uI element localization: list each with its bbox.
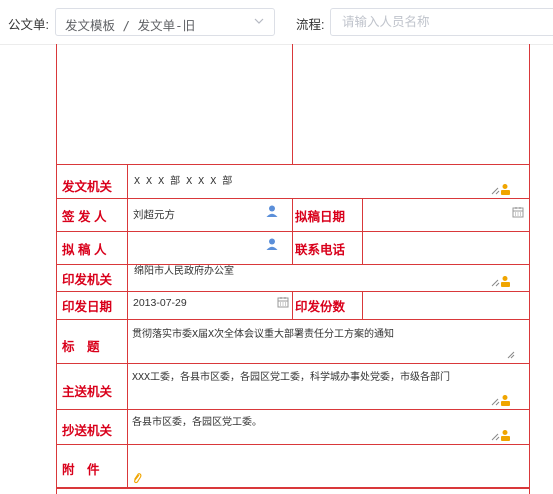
divider xyxy=(57,231,529,232)
divider xyxy=(127,291,128,319)
doc-form-select-value: 发文模板 / 发文单-旧 xyxy=(65,18,196,33)
user-icon[interactable] xyxy=(266,205,278,217)
flow-search-input[interactable] xyxy=(340,14,544,30)
divider xyxy=(292,291,293,319)
flow-label: 流程: xyxy=(296,18,325,32)
yinfa-riqi-label: 印发日期 xyxy=(62,300,113,314)
nigao-ren-label: 拟 稿 人 xyxy=(62,243,107,257)
top-toolbar: 公文单: 发文模板 / 发文单-旧 流程: xyxy=(0,0,553,45)
biaoti-value[interactable]: 贯彻落实市委X届X次全体会议重大部署责任分工方案的通知 xyxy=(132,325,394,340)
fujian-label: 附 件 xyxy=(62,463,100,477)
document-form-sheet: 发文机关 X X X 部 X X X 部 签 发 人 刘超元方 拟稿日期 拟 稿… xyxy=(56,44,530,494)
person-picker-icon[interactable] xyxy=(491,394,513,406)
fawen-jiguan-label: 发文机关 xyxy=(62,180,113,194)
divider xyxy=(127,444,128,487)
divider xyxy=(57,487,529,489)
chaosong-jiguan-value[interactable]: 各县市区委，各园区党工委。 xyxy=(132,413,262,428)
person-picker-icon[interactable] xyxy=(491,429,513,441)
divider xyxy=(127,264,128,291)
person-picker-icon[interactable] xyxy=(491,183,513,195)
lianxi-dianhua-label: 联系电话 xyxy=(295,243,346,257)
divider xyxy=(362,291,363,319)
qianfa-ren-value[interactable]: 刘超元方 xyxy=(133,207,175,222)
yinfa-jiguan-value[interactable]: 绵阳市人民政府办公室 xyxy=(134,262,234,277)
paperclip-icon[interactable] xyxy=(132,472,142,484)
yinfa-jiguan-label: 印发机关 xyxy=(62,273,113,287)
biaoti-label: 标 题 xyxy=(62,340,100,354)
calendar-icon[interactable] xyxy=(512,206,524,218)
doc-form-select[interactable]: 发文模板 / 发文单-旧 xyxy=(55,8,275,36)
doc-form-label: 公文单: xyxy=(8,18,49,32)
qianfa-ren-label: 签 发 人 xyxy=(62,210,107,224)
zhusong-jiguan-value[interactable]: XXX工委，各县市区委，各园区党工委，科学城办事处党委，市级各部门 xyxy=(132,368,450,383)
yinfa-fenshu-label: 印发份数 xyxy=(295,300,346,314)
flow-search-field[interactable] xyxy=(330,8,553,36)
divider xyxy=(127,363,128,409)
divider xyxy=(292,44,293,164)
user-icon[interactable] xyxy=(266,238,278,250)
calendar-icon[interactable] xyxy=(277,296,289,308)
divider xyxy=(127,164,128,198)
yinfa-riqi-value[interactable]: 2013-07-29 xyxy=(133,297,187,309)
zhusong-jiguan-label: 主送机关 xyxy=(62,385,113,399)
chevron-down-icon xyxy=(254,18,264,24)
divider xyxy=(127,409,128,444)
person-picker-icon[interactable] xyxy=(491,275,513,287)
chaosong-jiguan-label: 抄送机关 xyxy=(62,424,113,438)
nigao-riqi-label: 拟稿日期 xyxy=(295,210,346,224)
divider xyxy=(127,319,128,363)
fawen-jiguan-value[interactable]: X X X 部 X X X 部 xyxy=(134,172,232,187)
resize-handle-icon[interactable] xyxy=(507,351,515,359)
